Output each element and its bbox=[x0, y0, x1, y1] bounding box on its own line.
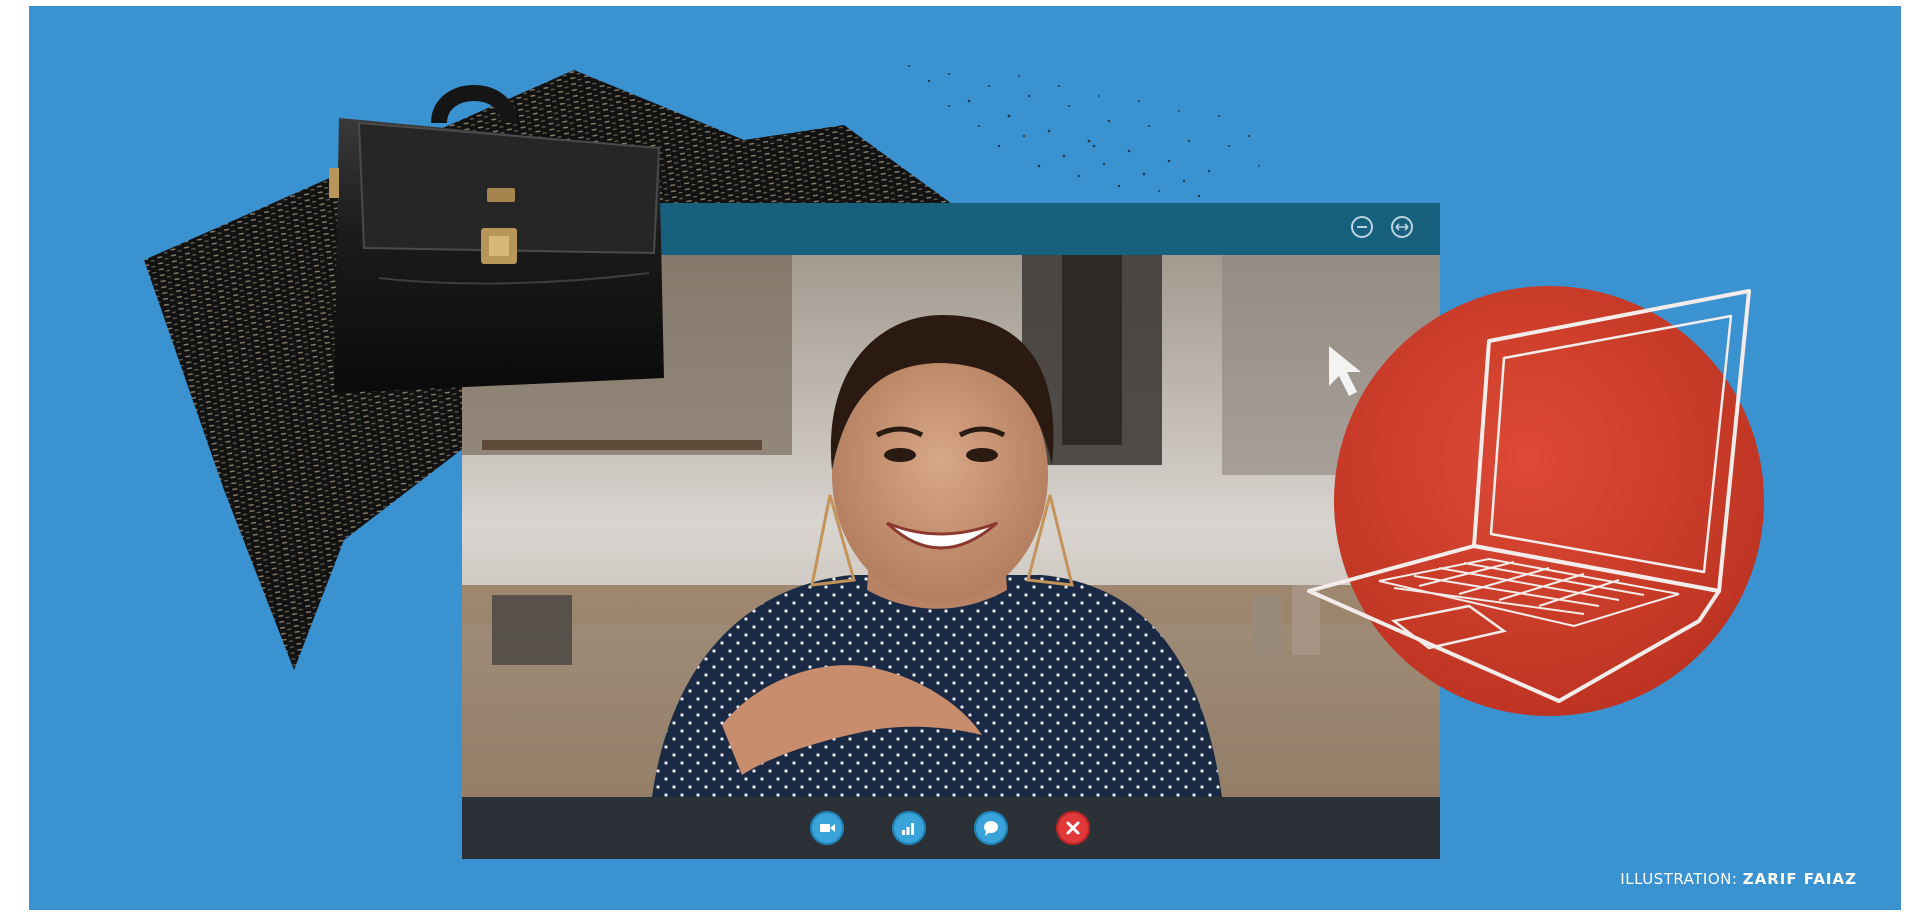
minimize-icon[interactable] bbox=[1351, 216, 1373, 238]
call-control-bar bbox=[462, 797, 1440, 859]
credit-prefix: ILLUSTRATION: bbox=[1620, 870, 1743, 888]
video-camera-icon[interactable] bbox=[810, 811, 844, 845]
expand-icon[interactable] bbox=[1391, 216, 1413, 238]
laptop-circle-illustration bbox=[1307, 286, 1764, 716]
cursor-icon bbox=[1329, 346, 1361, 396]
close-icon[interactable] bbox=[1056, 811, 1090, 845]
credit-name: ZARIF FAIAZ bbox=[1742, 870, 1857, 888]
chat-bubble-icon[interactable] bbox=[974, 811, 1008, 845]
briefcase-image bbox=[329, 85, 664, 393]
illustration-canvas: ILLUSTRATION: ZARIF FAIAZ bbox=[29, 6, 1901, 910]
speckle-cloud bbox=[908, 65, 1260, 198]
signal-bars-icon[interactable] bbox=[892, 811, 926, 845]
illustration-credit: ILLUSTRATION: ZARIF FAIAZ bbox=[1620, 870, 1857, 888]
